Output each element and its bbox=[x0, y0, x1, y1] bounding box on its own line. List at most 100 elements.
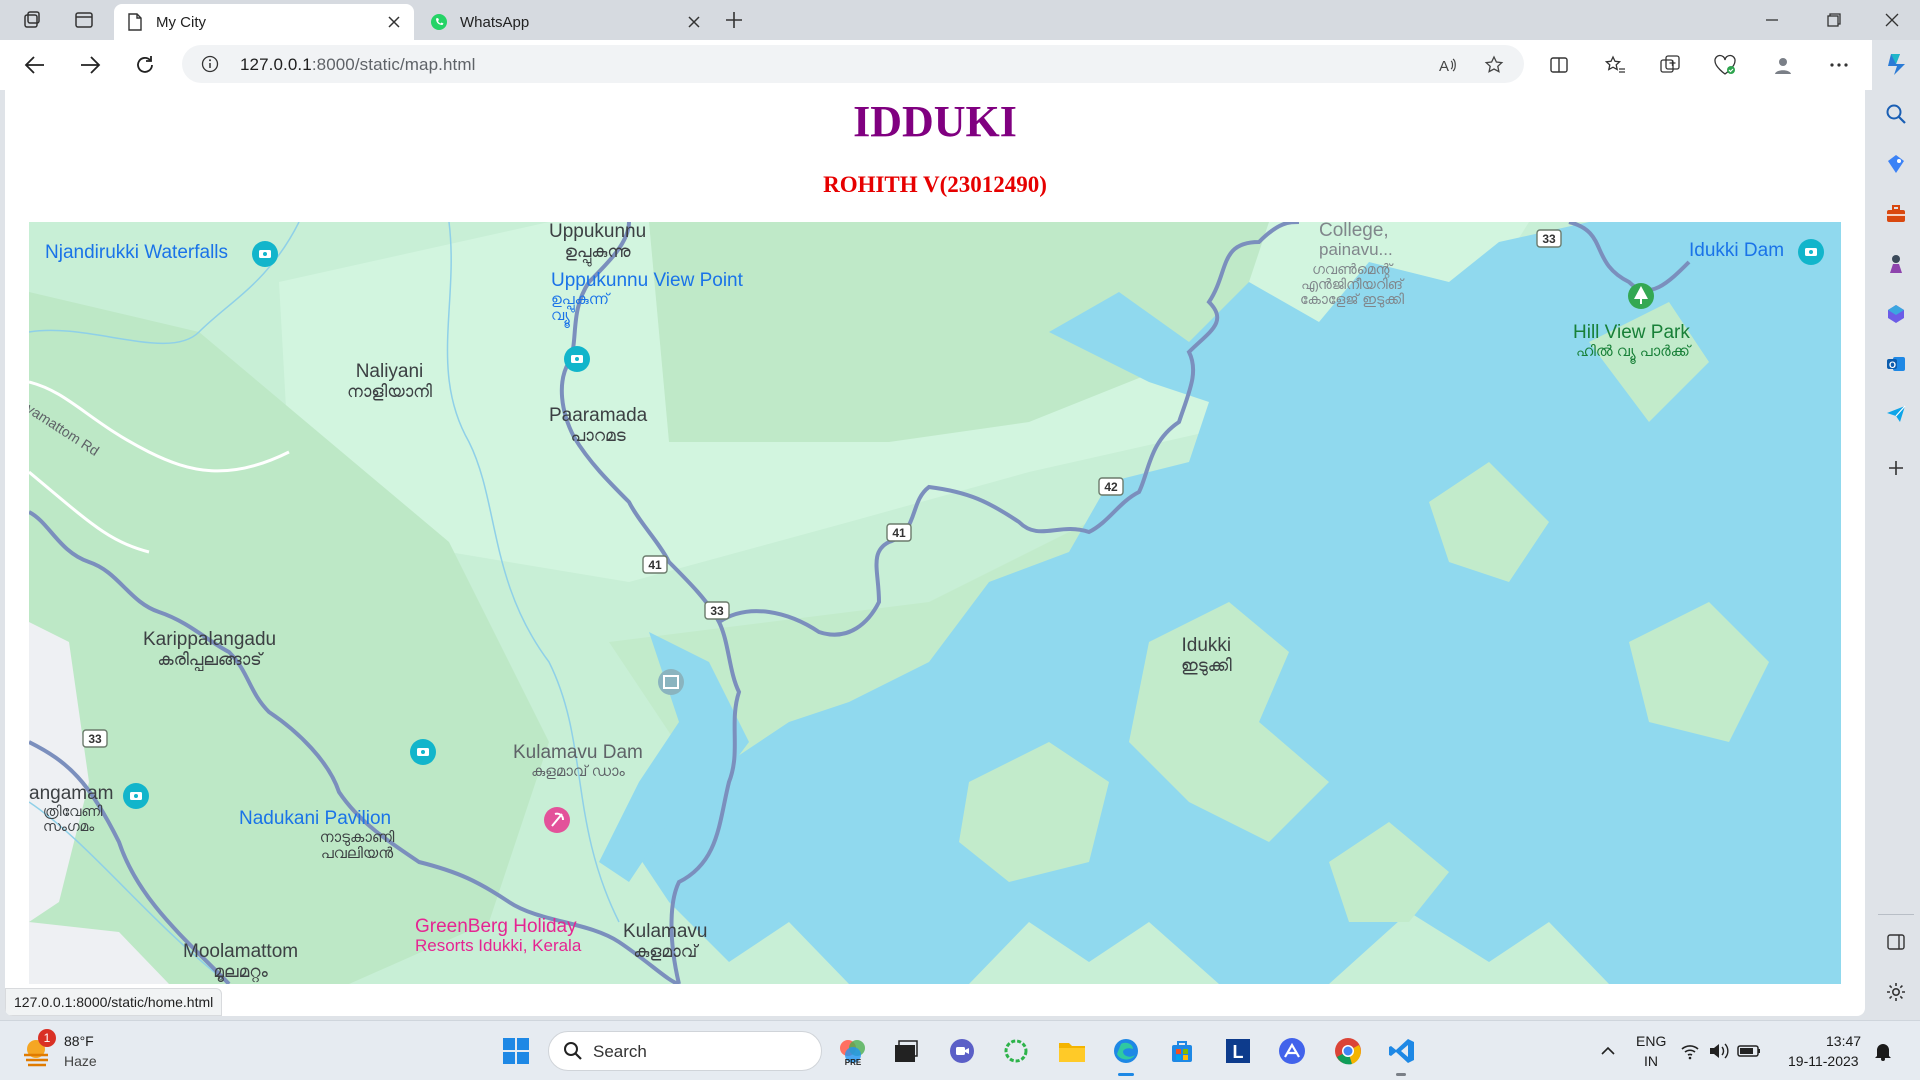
tab-bar: My City WhatsApp bbox=[0, 0, 1920, 40]
place-name: Idukki bbox=[1181, 635, 1232, 656]
collections-icon[interactable] bbox=[1657, 52, 1683, 78]
place-local-name: ഉപ്പുകുന്നു bbox=[564, 242, 631, 261]
poi-label[interactable]: Idukki Dam bbox=[1689, 240, 1784, 262]
language-line2[interactable]: IN bbox=[1644, 1053, 1658, 1069]
place-label[interactable]: Naliyani നാളിയാനി bbox=[347, 362, 432, 402]
chrome-app[interactable] bbox=[1330, 1033, 1366, 1069]
address-bar[interactable]: 127.0.0.1:8000/static/map.html A bbox=[182, 45, 1524, 83]
shopping-icon[interactable] bbox=[1882, 150, 1910, 178]
favorites-icon[interactable] bbox=[1602, 52, 1628, 78]
poi-label[interactable]: Hill View Park ഹിൽ വ്യൂ പാർക്ക് bbox=[1573, 322, 1693, 360]
poi-label[interactable]: Kulamavu Dam കുളമാവ് ഡാം bbox=[513, 742, 643, 780]
sidebar-toggle-icon[interactable] bbox=[1882, 928, 1910, 956]
refresh-app[interactable] bbox=[998, 1033, 1034, 1069]
windows-icon bbox=[503, 1038, 529, 1064]
search-icon[interactable] bbox=[1882, 100, 1910, 128]
close-icon[interactable] bbox=[684, 12, 704, 32]
camera-pin-icon[interactable] bbox=[564, 346, 590, 372]
camera-pin-icon[interactable] bbox=[410, 739, 436, 765]
camera-pin-icon[interactable] bbox=[1798, 239, 1824, 265]
svg-text:33: 33 bbox=[88, 732, 102, 746]
file-explorer-app[interactable] bbox=[1054, 1033, 1090, 1069]
poi-label[interactable]: Nadukani Pavilion നാടുകാണി പവലിയൻ bbox=[239, 808, 417, 862]
page-subtitle: ROHITH V(23012490) bbox=[823, 172, 1047, 197]
settings-icon[interactable] bbox=[1882, 978, 1910, 1006]
taskbar-search[interactable]: Search bbox=[548, 1031, 822, 1071]
notifications-button[interactable] bbox=[1868, 1033, 1898, 1069]
poi-label[interactable]: GreenBerg Holiday Resorts Idukki, Kerala bbox=[415, 916, 581, 954]
task-view-app[interactable] bbox=[888, 1033, 924, 1069]
map-canvas[interactable]: 33 41 41 33 33 42 bbox=[29, 222, 1841, 984]
map-embed[interactable]: 33 41 41 33 33 42 Uppukunnu ഉപ്പുകുന്നു N… bbox=[29, 222, 1841, 984]
svg-text:33: 33 bbox=[710, 604, 724, 618]
clock-time[interactable]: 13:47 bbox=[1826, 1033, 1861, 1049]
read-aloud-icon[interactable]: A bbox=[1436, 53, 1460, 77]
url-text[interactable]: 127.0.0.1:8000/static/map.html bbox=[240, 55, 476, 75]
browser-essentials-icon[interactable] bbox=[1712, 52, 1738, 78]
clock-date[interactable]: 19-11-2023 bbox=[1788, 1053, 1859, 1069]
edge-icon bbox=[1114, 1039, 1138, 1063]
place-name: Karippalangadu bbox=[143, 629, 277, 650]
forward-button[interactable] bbox=[77, 52, 103, 78]
poi-label[interactable]: Njandirukki Waterfalls bbox=[45, 242, 228, 264]
tab-title: WhatsApp bbox=[460, 13, 530, 31]
weather-condition: Haze bbox=[64, 1053, 97, 1069]
weather-temp: 88°F bbox=[64, 1033, 94, 1049]
whatsapp-icon bbox=[430, 13, 448, 31]
edge-app[interactable] bbox=[1108, 1033, 1144, 1076]
place-local-name: മൂലമറ്റം bbox=[213, 962, 268, 981]
close-window-button[interactable] bbox=[1880, 8, 1904, 32]
place-label[interactable]: angamam ത്രിവേണി സംഗമം bbox=[29, 784, 129, 834]
outlook-icon[interactable]: O bbox=[1882, 350, 1910, 378]
favorite-star-icon[interactable] bbox=[1482, 53, 1506, 77]
poi-local-name: കുളമാവ് ഡാം bbox=[531, 763, 625, 780]
place-label[interactable]: Moolamattom മൂലമറ്റം bbox=[183, 942, 298, 982]
vscode-app[interactable] bbox=[1384, 1033, 1420, 1076]
dam-pin-icon[interactable] bbox=[658, 669, 684, 695]
place-label[interactable]: Karippalangadu കരിപ്പലങ്ങാട് bbox=[143, 630, 276, 670]
arc-app[interactable] bbox=[1274, 1033, 1310, 1069]
refresh-button[interactable] bbox=[132, 52, 158, 78]
split-screen-icon[interactable] bbox=[1546, 52, 1572, 78]
poi-local-name: ഹിൽ വ്യൂ പാർക്ക് bbox=[1576, 343, 1690, 360]
tools-icon[interactable] bbox=[1882, 200, 1910, 228]
profile-icon[interactable] bbox=[1770, 52, 1796, 78]
language-line1[interactable]: ENG bbox=[1636, 1033, 1666, 1049]
tab-my-city[interactable]: My City bbox=[114, 4, 414, 40]
copilot-icon[interactable] bbox=[1882, 50, 1910, 78]
l-app[interactable]: L bbox=[1220, 1033, 1256, 1069]
place-label[interactable]: Idukki ഇടുക്കി bbox=[1181, 636, 1232, 676]
copilot-preview-app[interactable]: PRE bbox=[835, 1033, 871, 1069]
camera-pin-icon[interactable] bbox=[252, 241, 278, 267]
poi-label[interactable]: College, painavu... bbox=[1319, 222, 1393, 258]
place-local-name: പാറമട bbox=[570, 426, 626, 445]
place-name: angamam bbox=[29, 783, 114, 804]
store-app[interactable] bbox=[1164, 1033, 1200, 1069]
tab-actions-icon[interactable] bbox=[72, 8, 96, 32]
new-tab-button[interactable] bbox=[722, 8, 746, 32]
teams-app[interactable] bbox=[944, 1033, 980, 1069]
games-icon[interactable] bbox=[1882, 250, 1910, 278]
info-icon[interactable] bbox=[200, 54, 220, 74]
start-button[interactable] bbox=[498, 1033, 534, 1069]
highway-shield-41: 41 bbox=[886, 523, 912, 542]
minimize-button[interactable] bbox=[1760, 8, 1784, 32]
more-options-icon[interactable] bbox=[1826, 52, 1852, 78]
place-label[interactable]: Paaramada പാറമട bbox=[549, 406, 647, 446]
back-button[interactable] bbox=[22, 52, 48, 78]
workspaces-icon[interactable] bbox=[20, 8, 44, 32]
tab-whatsapp[interactable]: WhatsApp bbox=[418, 4, 714, 40]
weather-widget[interactable]: 1 bbox=[20, 1029, 60, 1069]
system-tray-status[interactable] bbox=[1680, 1033, 1764, 1069]
m365-icon[interactable] bbox=[1882, 300, 1910, 328]
add-icon[interactable] bbox=[1882, 454, 1910, 482]
place-label[interactable]: Uppukunnu ഉപ്പുകുന്നു bbox=[549, 222, 646, 262]
restore-button[interactable] bbox=[1822, 8, 1846, 32]
tray-overflow-button[interactable] bbox=[1590, 1033, 1626, 1069]
poi-label[interactable]: Uppukunnu View Point ഉപ്പുകുന്ന് വ്യൂ bbox=[551, 270, 743, 324]
park-pin-icon[interactable] bbox=[1628, 283, 1654, 309]
place-label[interactable]: Kulamavu കുളമാവ് bbox=[623, 922, 708, 962]
close-icon[interactable] bbox=[384, 12, 404, 32]
resort-pin-icon[interactable] bbox=[544, 807, 570, 833]
send-icon[interactable] bbox=[1882, 400, 1910, 428]
